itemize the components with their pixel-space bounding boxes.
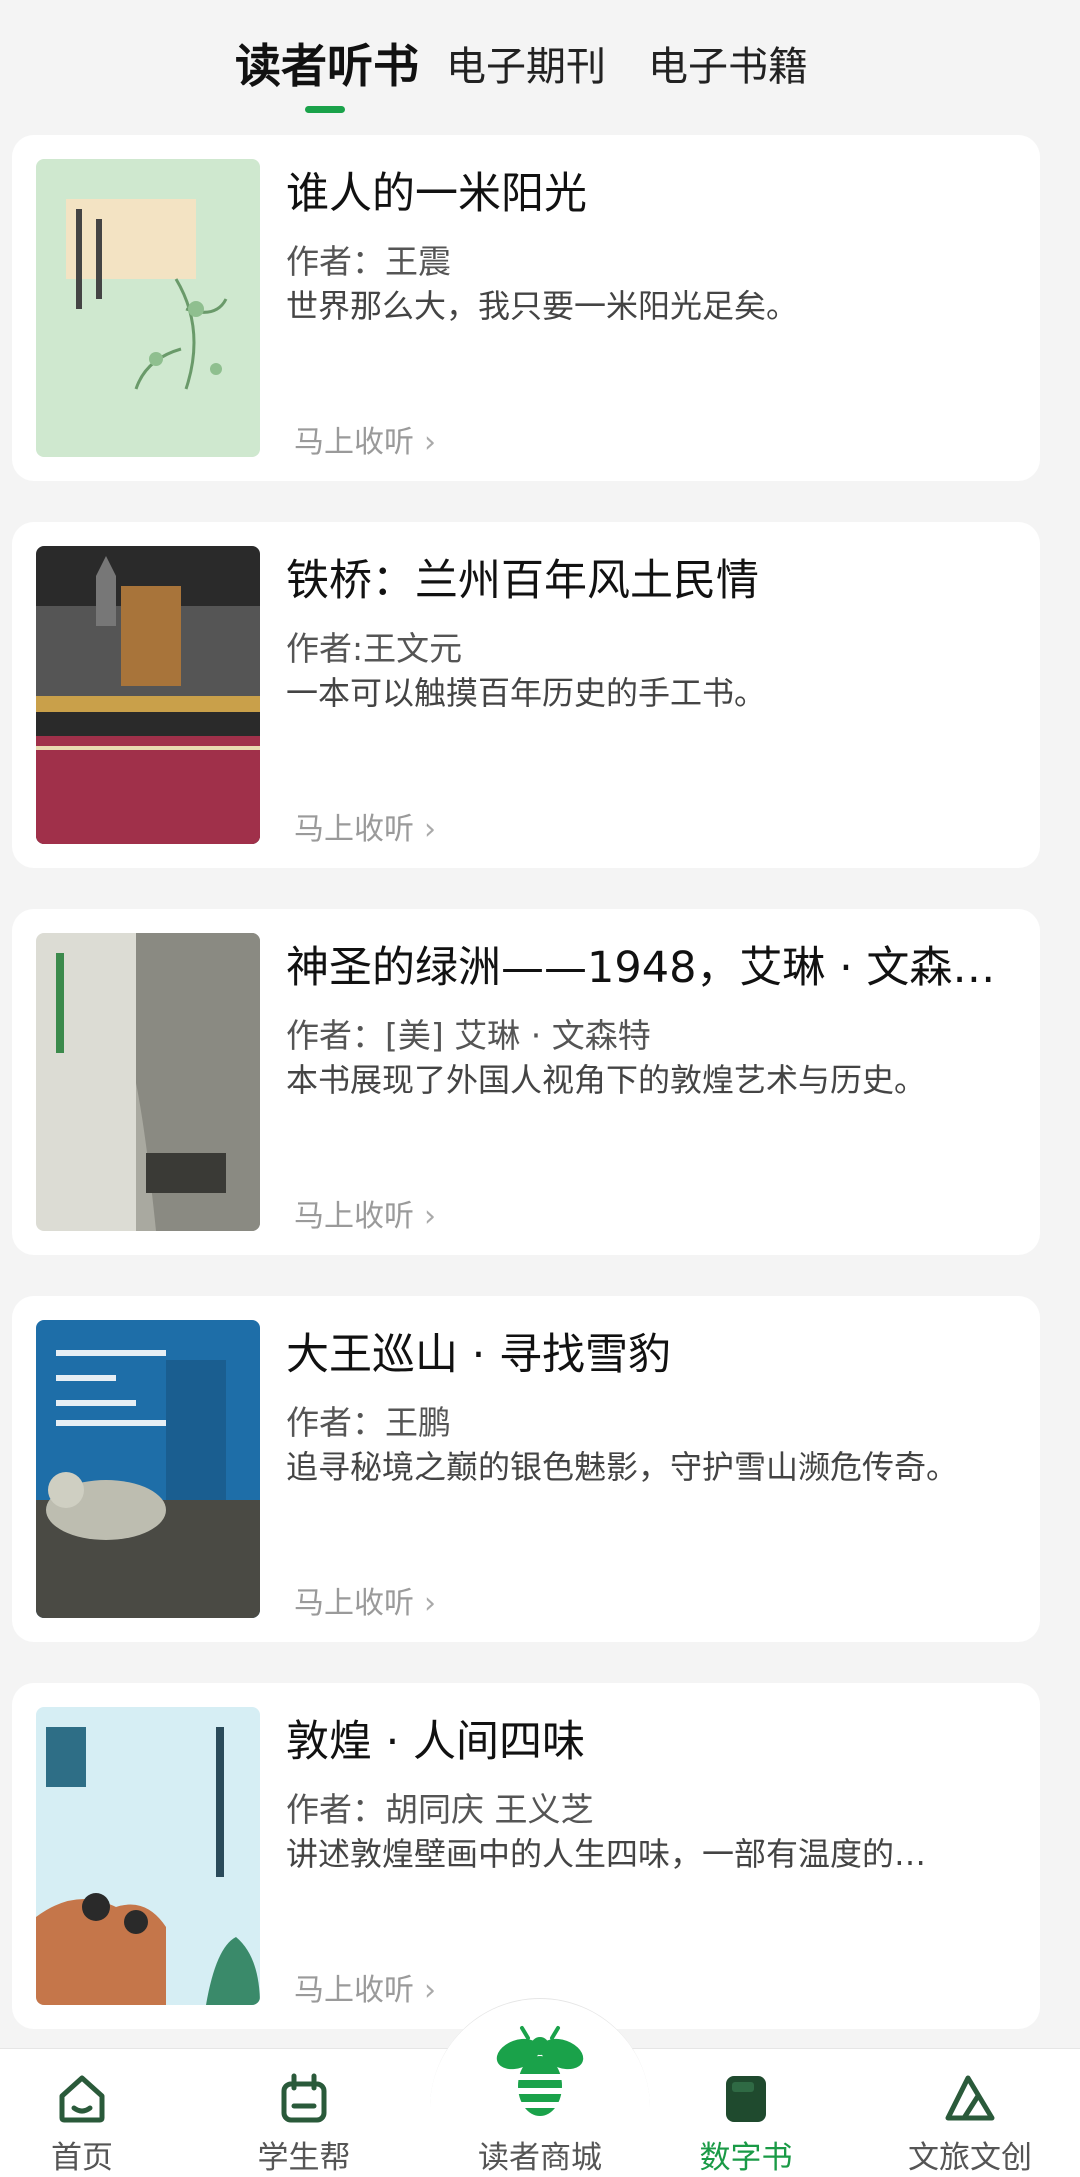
book-cover bbox=[36, 933, 260, 1231]
nav-item-reader-mall[interactable]: 读者商城 bbox=[450, 2018, 630, 2177]
book-description: 追寻秘境之巅的银色魅影，守护雪山濒危传奇。 bbox=[286, 1448, 959, 1486]
top-tab-bar: 读者听书 电子期刊 电子书籍 bbox=[0, 0, 1080, 130]
nav-item-home[interactable]: 首页 bbox=[0, 2048, 172, 2177]
listen-now-label: 马上收听 bbox=[294, 812, 414, 847]
listen-now-button[interactable]: 马上收听 › bbox=[294, 804, 436, 848]
book-description: 世界那么大，我只要一米阳光足矣。 bbox=[286, 287, 799, 325]
book-card[interactable]: 谁人的一米阳光 作者：王震 世界那么大，我只要一米阳光足矣。 马上收听 › bbox=[12, 135, 1040, 481]
book-description: 讲述敦煌壁画中的人生四味，一部有温度的… bbox=[286, 1835, 927, 1873]
tab-e-books[interactable]: 电子书籍 bbox=[648, 34, 808, 92]
nav-label: 学生帮 bbox=[257, 2140, 351, 2176]
active-tab-indicator bbox=[305, 106, 345, 113]
book-description: 本书展现了外国人视角下的敦煌艺术与历史。 bbox=[286, 1061, 927, 1099]
book-cover bbox=[36, 1320, 260, 1618]
chevron-right-icon: › bbox=[424, 1586, 436, 1621]
bee-logo-icon bbox=[496, 2026, 584, 2116]
book-icon bbox=[726, 2076, 766, 2122]
book-title: 谁人的一米阳光 bbox=[286, 169, 587, 219]
tab-e-journals[interactable]: 电子期刊 bbox=[446, 34, 606, 92]
chevron-right-icon: › bbox=[424, 1199, 436, 1234]
book-title: 敦煌 · 人间四味 bbox=[286, 1717, 586, 1767]
book-description: 一本可以触摸百年历史的手工书。 bbox=[286, 674, 767, 712]
listen-now-label: 马上收听 bbox=[294, 1973, 414, 2008]
book-card[interactable]: 敦煌 · 人间四味 作者：胡同庆 王义芝 讲述敦煌壁画中的人生四味，一部有温度的… bbox=[12, 1683, 1040, 2029]
book-cover bbox=[36, 159, 260, 457]
tab-audiobooks[interactable]: 读者听书 bbox=[235, 30, 419, 96]
book-card[interactable]: 神圣的绿洲——1948，艾琳 · 文森… 作者：[美] 艾琳 · 文森特 本书展… bbox=[12, 909, 1040, 1255]
listen-now-label: 马上收听 bbox=[294, 1199, 414, 1234]
nav-item-culture-tourism[interactable]: 文旅文创 bbox=[880, 2048, 1060, 2177]
nav-label: 首页 bbox=[51, 2140, 113, 2176]
nav-label: 文旅文创 bbox=[908, 2140, 1032, 2176]
nav-label: 读者商城 bbox=[478, 2140, 602, 2176]
book-author: 作者：王震 bbox=[286, 242, 451, 281]
mountain-icon bbox=[945, 2075, 995, 2121]
book-cover bbox=[36, 546, 260, 844]
book-title: 大王巡山 · 寻找雪豹 bbox=[286, 1330, 672, 1380]
listen-now-button[interactable]: 马上收听 › bbox=[294, 1578, 436, 1622]
home-icon bbox=[59, 2075, 105, 2123]
book-title: 神圣的绿洲——1948，艾琳 · 文森… bbox=[286, 943, 996, 993]
book-author: 作者：王鹏 bbox=[286, 1403, 451, 1442]
nav-item-digital-books[interactable]: 数字书 bbox=[656, 2048, 836, 2177]
listen-now-label: 马上收听 bbox=[294, 425, 414, 460]
chevron-right-icon: › bbox=[424, 812, 436, 847]
listen-now-button[interactable]: 马上收听 › bbox=[294, 417, 436, 461]
book-cover bbox=[36, 1707, 260, 2005]
book-author: 作者：[美] 艾琳 · 文森特 bbox=[286, 1016, 651, 1055]
listen-now-button[interactable]: 马上收听 › bbox=[294, 1965, 436, 2009]
chevron-right-icon: › bbox=[424, 1973, 436, 2008]
nav-item-student[interactable]: 学生帮 bbox=[214, 2048, 394, 2177]
calendar-bag-icon bbox=[281, 2073, 327, 2123]
book-author: 作者:王文元 bbox=[286, 629, 463, 668]
listen-now-label: 马上收听 bbox=[294, 1586, 414, 1621]
listen-now-button[interactable]: 马上收听 › bbox=[294, 1191, 436, 1235]
book-card[interactable]: 大王巡山 · 寻找雪豹 作者：王鹏 追寻秘境之巅的银色魅影，守护雪山濒危传奇。 … bbox=[12, 1296, 1040, 1642]
chevron-right-icon: › bbox=[424, 425, 436, 460]
nav-label: 数字书 bbox=[699, 2140, 793, 2176]
book-author: 作者：胡同庆 王义芝 bbox=[286, 1790, 594, 1829]
book-card[interactable]: 铁桥：兰州百年风土民情 作者:王文元 一本可以触摸百年历史的手工书。 马上收听 › bbox=[12, 522, 1040, 868]
book-title: 铁桥：兰州百年风土民情 bbox=[286, 556, 759, 606]
